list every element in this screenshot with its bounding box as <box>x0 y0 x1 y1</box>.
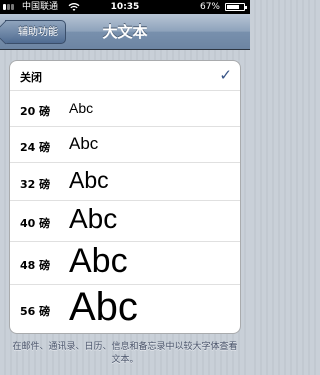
size-label: 48 磅 <box>20 259 51 272</box>
size-label: 40 磅 <box>20 217 51 230</box>
footer-note: 在邮件、通讯录、日历、信息和备忘录中以较大字体查看文本。 <box>12 342 238 365</box>
size-label: 56 磅 <box>20 305 51 318</box>
checkmark-icon: ✓ <box>219 66 232 84</box>
page-title: 大文本 <box>102 23 148 41</box>
sample-text: Abc <box>69 167 109 193</box>
battery-percent: 67% <box>199 2 220 12</box>
size-label: 24 磅 <box>20 141 51 154</box>
size-label: 32 磅 <box>20 178 51 191</box>
text-size-options: 关闭 ✓ 20 磅 Abc 24 磅 Abc 32 磅 Abc 40 磅 Abc… <box>9 60 241 334</box>
battery-icon <box>225 3 247 11</box>
option-off-label: 关闭 <box>20 71 42 84</box>
option-size-24[interactable]: 24 磅 Abc <box>10 127 240 163</box>
sample-text: Abc <box>69 134 99 153</box>
option-size-32[interactable]: 32 磅 Abc <box>10 163 240 201</box>
status-bar: 中国联通 10:35 67% <box>0 0 250 14</box>
option-size-48[interactable]: 48 磅 Abc <box>10 242 240 285</box>
option-size-40[interactable]: 40 磅 Abc <box>10 201 240 242</box>
option-size-56[interactable]: 56 磅 Abc <box>10 285 240 333</box>
sample-text: Abc <box>69 203 118 234</box>
size-label: 20 磅 <box>20 105 51 118</box>
nav-bar: 辅助功能 大文本 <box>0 14 250 50</box>
option-off[interactable]: 关闭 ✓ <box>10 61 240 91</box>
option-size-20[interactable]: 20 磅 Abc <box>10 91 240 127</box>
sample-text: Abc <box>69 285 138 329</box>
sample-text: Abc <box>69 100 94 116</box>
sample-text: Abc <box>69 242 128 280</box>
